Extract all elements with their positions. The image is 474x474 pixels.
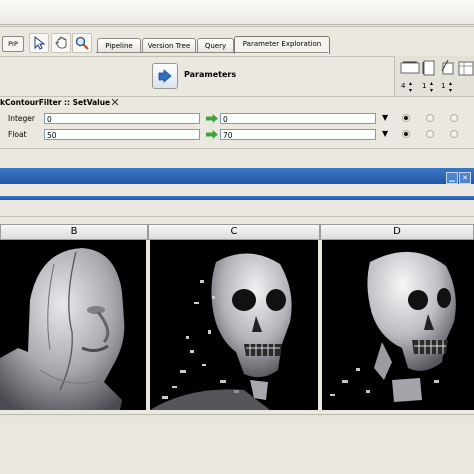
integer-interpolation-dropdown[interactable]: ▼ [382, 113, 388, 122]
interpolate-arrow-icon [206, 130, 218, 139]
tab-baseline [96, 52, 328, 53]
skull-bone-render [330, 251, 456, 402]
close-button[interactable]: ✕ [459, 172, 471, 184]
float-end-field[interactable]: 70 [220, 129, 376, 140]
float-interpolation-dropdown[interactable]: ▼ [382, 129, 388, 138]
tab-pipeline[interactable]: Pipeline [97, 38, 141, 53]
dimension-2-icon [422, 60, 435, 76]
hand-pan-icon [55, 36, 66, 49]
pan-tool-button[interactable] [51, 33, 71, 53]
column-header-d[interactable]: D [320, 224, 474, 240]
tab-query[interactable]: Query [197, 38, 234, 53]
pointer-tool-button[interactable] [29, 33, 49, 53]
dimension-controls: 4 ▴ ▾ 1 ▴ ▾ 1 ▴ ▾ [394, 56, 474, 96]
parameters-button[interactable] [152, 63, 178, 89]
pip-button[interactable]: PIP [2, 36, 24, 52]
float-label: Float [8, 130, 27, 139]
dimension-1-icon [400, 61, 420, 74]
integer-label: Integer [8, 114, 35, 123]
integer-dimension-2-radio[interactable] [426, 114, 434, 122]
dimension-3-spinner[interactable]: ▴ ▾ [449, 80, 452, 94]
integer-end-field[interactable]: 0 [220, 113, 376, 124]
secondary-title-strip [0, 196, 474, 200]
dimension-1-spinner[interactable]: ▴ ▾ [409, 80, 412, 94]
zoom-tool-button[interactable] [72, 33, 92, 53]
window-top-band [0, 0, 474, 25]
params-bottom-divider [0, 96, 474, 97]
minimize-button[interactable]: ▁ [446, 172, 458, 184]
spreadsheet-toolbar-divider [0, 216, 474, 217]
column-header-c[interactable]: C [148, 224, 320, 240]
zoom-icon [75, 36, 89, 50]
integer-dimension-1-radio[interactable] [402, 114, 410, 122]
interpolate-arrow-icon [206, 114, 218, 123]
partial-skull-render [150, 253, 292, 410]
status-bar [0, 414, 474, 425]
dimension-2-spinner[interactable]: ▴ ▾ [430, 80, 433, 94]
render-view-d[interactable] [322, 240, 474, 410]
tab-version-tree[interactable]: Version Tree [142, 38, 196, 53]
float-dimension-3-radio[interactable] [450, 130, 458, 138]
dimension-3-icon [441, 59, 454, 75]
close-icon: ✕ [462, 174, 468, 182]
parameters-icon [158, 69, 172, 83]
dimension-2-count[interactable]: 1 [422, 82, 426, 90]
integer-start-field[interactable]: 0 [44, 113, 200, 124]
dimension-4-icon [458, 61, 474, 76]
dimension-3-count[interactable]: 1 [441, 82, 445, 90]
toolbar-divider [0, 26, 474, 27]
pointer-icon [34, 35, 46, 50]
render-view-b[interactable] [0, 240, 146, 410]
dimension-1-count[interactable]: 4 [401, 82, 405, 90]
float-dimension-1-radio[interactable] [402, 130, 410, 138]
column-header-b[interactable]: B [0, 224, 148, 240]
integer-dimension-3-radio[interactable] [450, 114, 458, 122]
minimize-icon: ▁ [449, 174, 455, 182]
parameters-title: Parameters [184, 70, 237, 79]
float-dimension-2-radio[interactable] [426, 130, 434, 138]
remove-method-icon[interactable] [111, 98, 119, 106]
render-view-c[interactable] [150, 240, 318, 410]
filter-bottom-divider [0, 148, 474, 149]
filter-method-label: kContourFilter :: SetValue [0, 98, 111, 107]
float-start-field[interactable]: 50 [44, 129, 200, 140]
skin-surface-render [0, 248, 125, 410]
spreadsheet-title-bar [0, 168, 474, 184]
